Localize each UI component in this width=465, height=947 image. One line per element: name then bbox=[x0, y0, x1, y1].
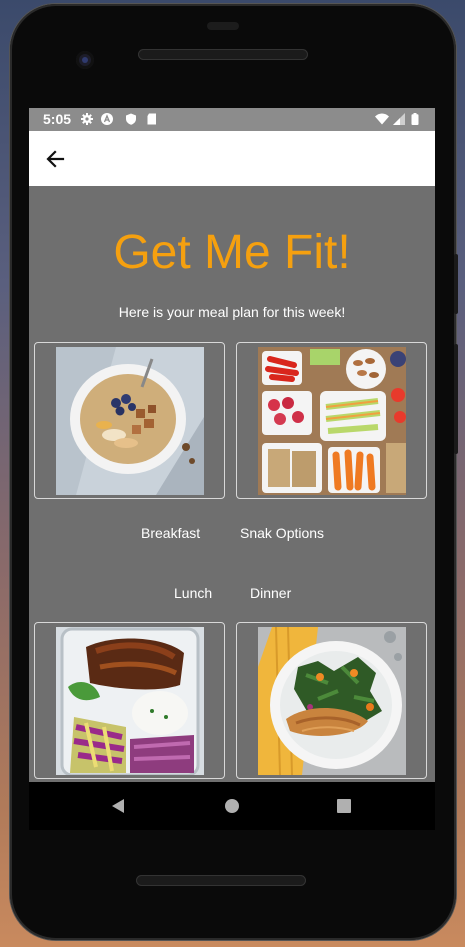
overview-square-icon[interactable] bbox=[334, 796, 354, 816]
fish-salad-plate-image bbox=[258, 627, 406, 775]
app-bar bbox=[29, 131, 435, 186]
top-speaker bbox=[138, 49, 308, 60]
system-nav-bar bbox=[29, 782, 435, 830]
snack-tray-image bbox=[258, 347, 406, 495]
a-circle-icon bbox=[101, 113, 113, 125]
lunch-card[interactable] bbox=[34, 622, 225, 779]
battery-icon bbox=[411, 113, 419, 125]
dinner-card[interactable] bbox=[236, 622, 427, 779]
breakfast-card[interactable] bbox=[34, 342, 225, 499]
sd-card-icon bbox=[147, 113, 156, 125]
volume-button bbox=[454, 254, 458, 314]
home-circle-icon[interactable] bbox=[222, 796, 242, 816]
app-screen: 5:05 Get Me Fit! Here is your meal plan … bbox=[29, 108, 435, 782]
dinner-label: Dinner bbox=[250, 585, 292, 601]
front-camera bbox=[76, 51, 94, 69]
status-bar: 5:05 bbox=[29, 108, 435, 131]
bottom-speaker bbox=[136, 875, 306, 886]
signal-icon bbox=[393, 113, 405, 125]
power-button bbox=[454, 344, 458, 454]
page-title: Get Me Fit! bbox=[113, 226, 351, 279]
gear-icon bbox=[81, 113, 93, 125]
snack-options-label: Snak Options bbox=[240, 525, 325, 541]
lunch-label: Lunch bbox=[174, 585, 213, 601]
snack-options-card[interactable] bbox=[236, 342, 427, 499]
earpiece bbox=[207, 22, 239, 30]
chicken-rice-box-image bbox=[56, 627, 204, 775]
page-subtitle: Here is your meal plan for this week! bbox=[118, 304, 346, 320]
status-time: 5:05 bbox=[43, 111, 72, 127]
breakfast-label: Breakfast bbox=[141, 525, 201, 541]
arrow-left-icon[interactable] bbox=[41, 145, 71, 173]
wifi-icon bbox=[375, 113, 389, 125]
oatmeal-bowl-image bbox=[56, 347, 204, 495]
back-triangle-icon[interactable] bbox=[109, 796, 129, 816]
shield-icon bbox=[126, 113, 136, 125]
